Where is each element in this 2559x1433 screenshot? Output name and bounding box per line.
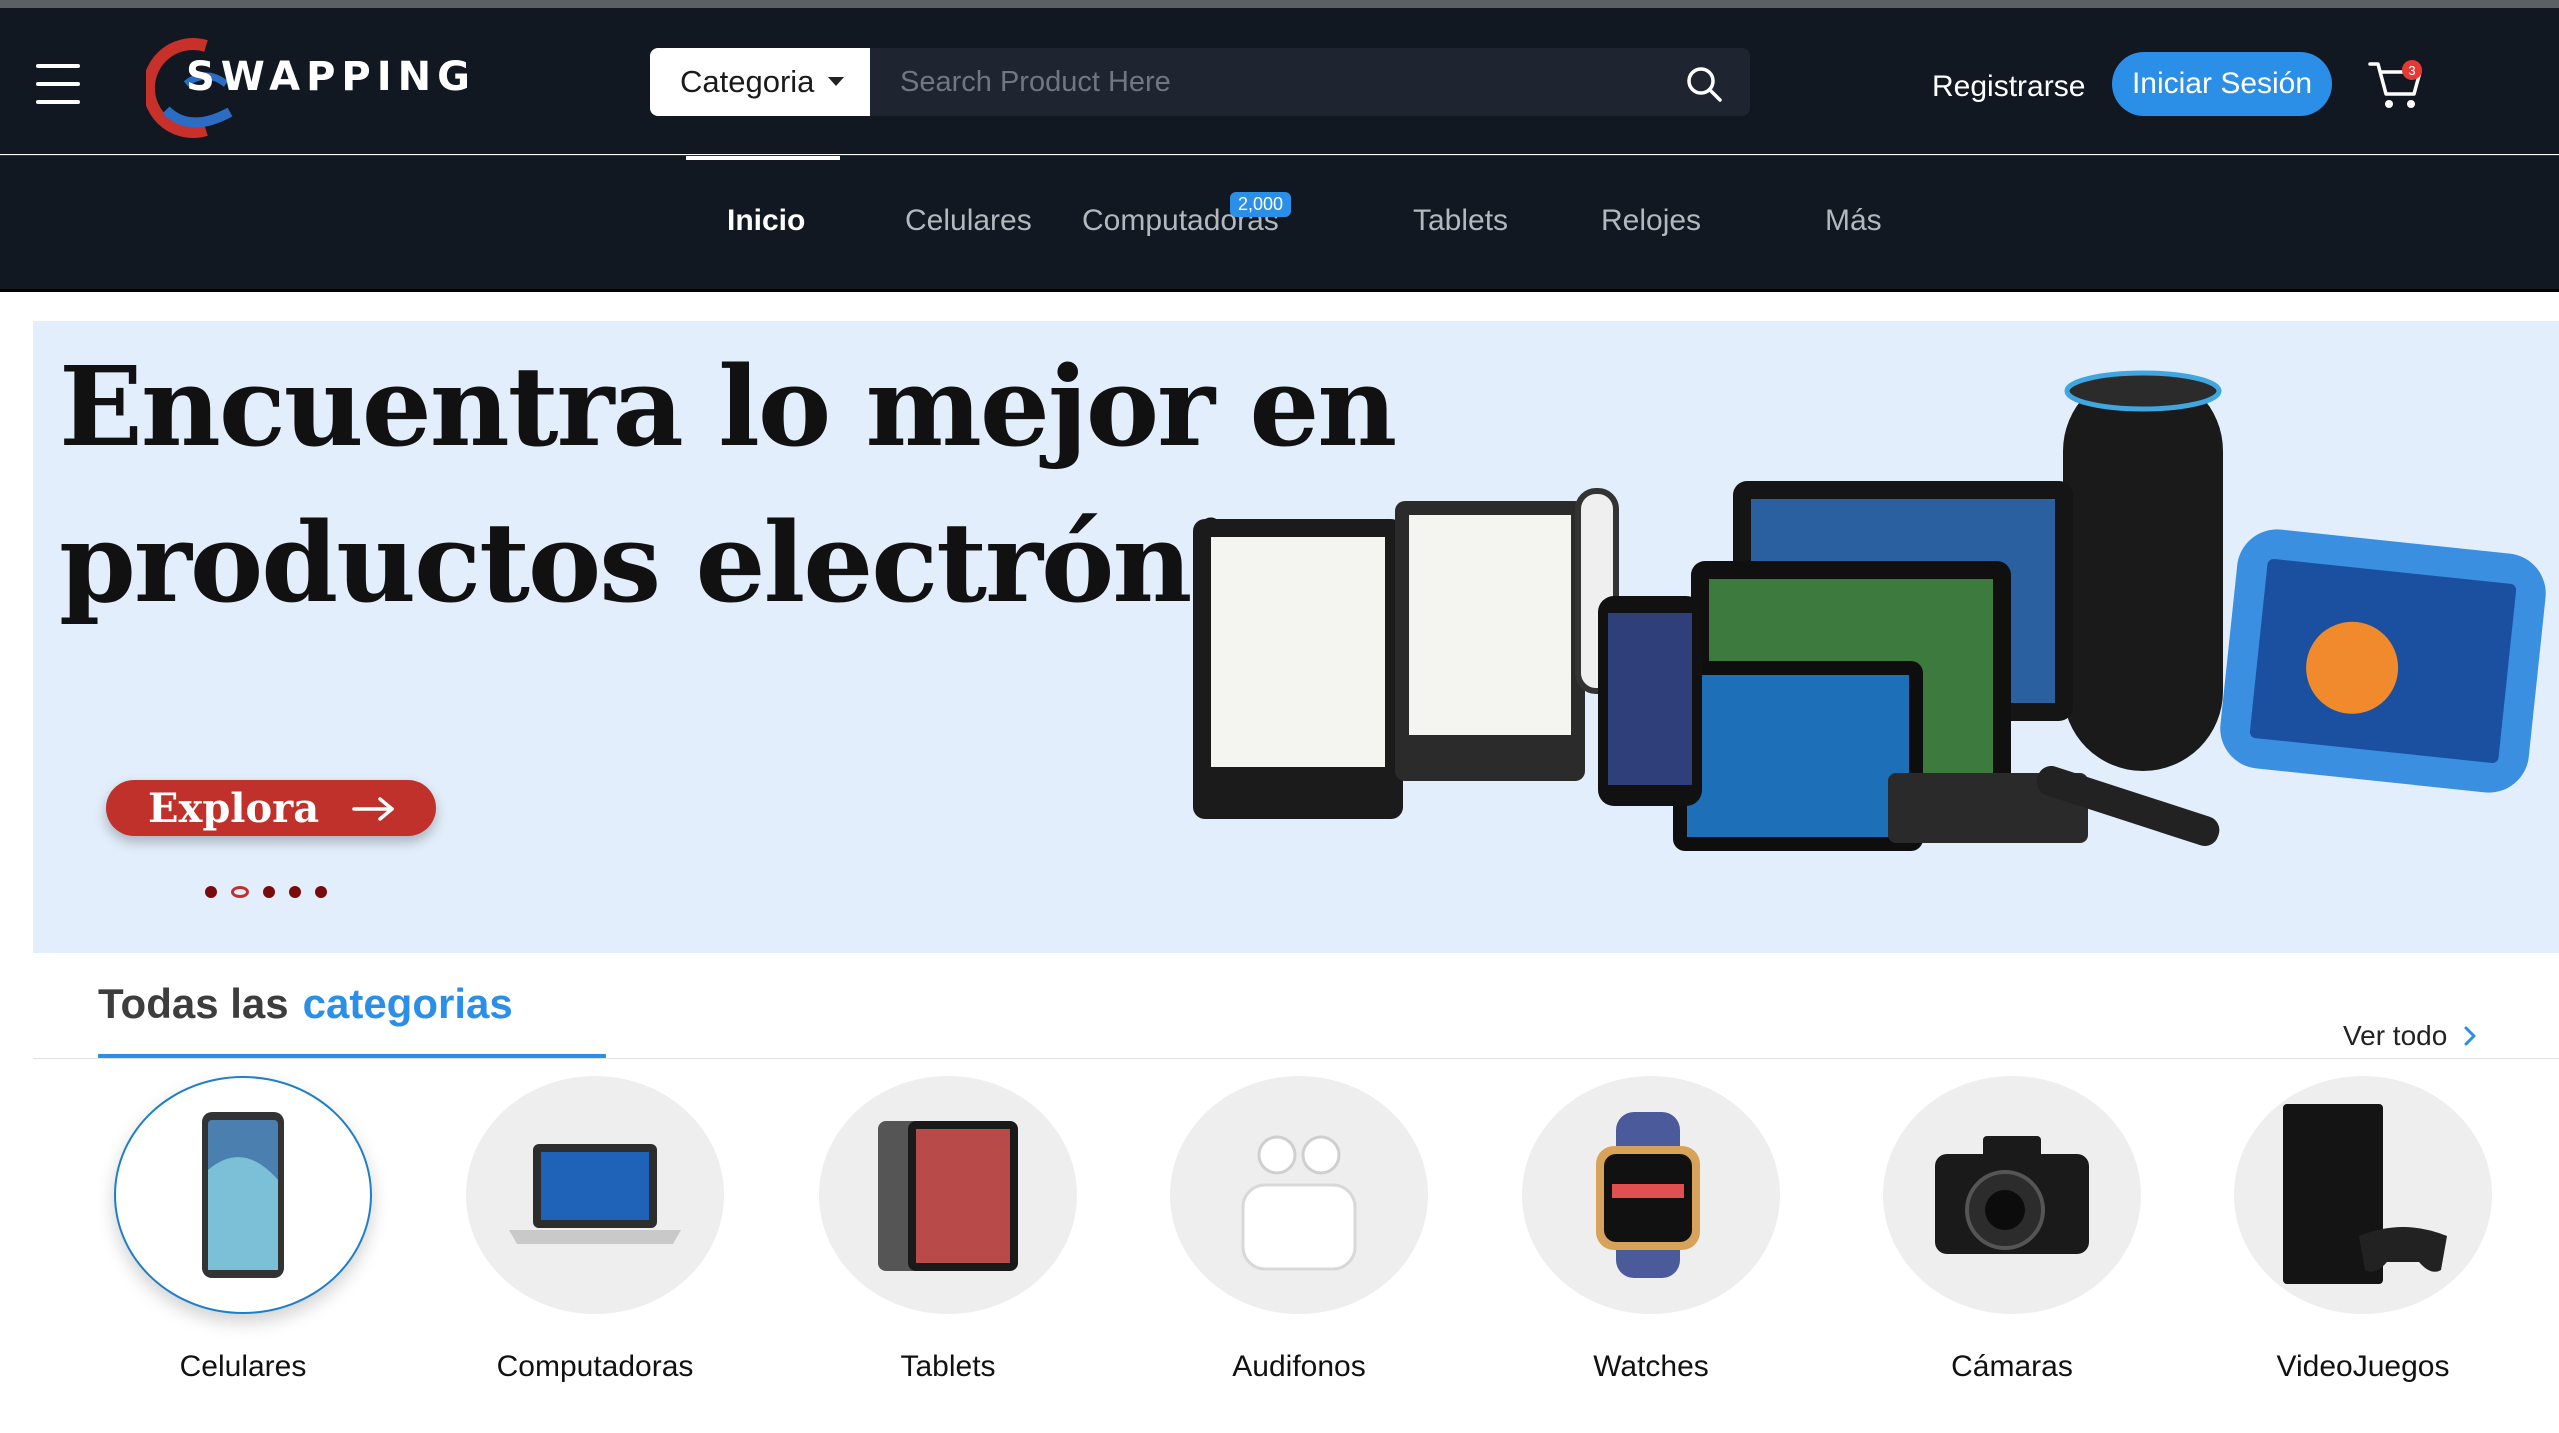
categories-heading-accent: categorias	[302, 980, 513, 1027]
laptop-icon	[509, 1144, 681, 1244]
arrow-right-icon	[352, 797, 394, 821]
category-label: Celulares	[179, 1350, 307, 1383]
electronics-illustration	[1193, 370, 2546, 851]
top-border	[0, 0, 2559, 8]
category-circle	[1170, 1076, 1428, 1314]
game-console-icon	[2283, 1104, 2447, 1284]
camera-icon	[1935, 1136, 2089, 1254]
carousel-dot[interactable]	[315, 886, 327, 898]
explore-button-label: Explora	[148, 784, 320, 832]
category-item-camaras[interactable]: Cámaras	[1849, 1076, 2149, 1396]
logo-text: SWAPPING	[186, 54, 476, 100]
earbuds-icon	[1241, 1135, 1357, 1271]
carousel-dot[interactable]	[263, 886, 275, 898]
category-item-videojuegos[interactable]: VideoJuegos	[2200, 1076, 2500, 1396]
carousel-dot-active[interactable]	[231, 886, 249, 898]
category-label: Audifonos	[1232, 1350, 1366, 1383]
category-circle	[114, 1076, 372, 1314]
category-circle	[1522, 1076, 1780, 1314]
nav-count-badge: 2,000	[1230, 192, 1292, 217]
category-circle	[466, 1076, 724, 1314]
search-icon[interactable]	[1684, 64, 1724, 104]
swapping-logo[interactable]: SWAPPING	[142, 24, 470, 144]
search-input[interactable]	[870, 48, 1650, 116]
chevron-right-icon	[2464, 1026, 2476, 1046]
category-label: VideoJuegos	[2276, 1350, 2450, 1383]
see-all-link[interactable]: Ver todo	[2343, 1020, 2477, 1052]
see-all-label: Ver todo	[2343, 1020, 2448, 1051]
category-circle	[1883, 1076, 2141, 1314]
category-item-watches[interactable]: Watches	[1488, 1076, 1788, 1396]
menu-icon[interactable]	[36, 64, 84, 106]
category-label: Cámaras	[1951, 1350, 2073, 1383]
carousel-dot[interactable]	[289, 886, 301, 898]
category-circle	[819, 1076, 1077, 1314]
nav-active-indicator	[686, 156, 840, 160]
caret-down-icon	[828, 77, 844, 86]
register-link[interactable]: Registrarse	[1932, 70, 2085, 104]
categories-heading: Todas las categorias	[98, 980, 513, 1028]
carousel-dot[interactable]	[205, 886, 217, 898]
nav-item-tablets[interactable]: Tablets	[1413, 204, 1508, 238]
cart-button[interactable]: 3	[2368, 58, 2428, 112]
smartphone-icon	[202, 1112, 284, 1278]
cart-count-badge: 3	[2402, 60, 2422, 80]
section-divider	[33, 1058, 2559, 1059]
nav-item-mas[interactable]: Más	[1825, 204, 1882, 238]
category-circle	[2234, 1076, 2492, 1314]
search-bar: Categoria	[650, 48, 1750, 116]
category-select[interactable]: Categoria	[650, 48, 870, 116]
category-label: Computadoras	[496, 1350, 694, 1383]
category-item-audifonos[interactable]: Audifonos	[1136, 1076, 1436, 1396]
nav-item-celulares[interactable]: Celulares	[905, 204, 1032, 238]
explore-button[interactable]: Explora	[106, 780, 436, 836]
categories-heading-prefix: Todas las	[98, 980, 289, 1027]
site-header: SWAPPING Categoria Registrarse Iniciar S…	[0, 8, 2559, 154]
nav-item-inicio[interactable]: Inicio	[727, 204, 805, 238]
category-item-tablets[interactable]: Tablets	[785, 1076, 1085, 1396]
main-nav: Inicio Celulares Computadoras 2,000 Tabl…	[0, 155, 2559, 292]
category-label: Tablets	[900, 1350, 996, 1383]
carousel-dots	[205, 886, 327, 898]
category-label: Watches	[1593, 1350, 1709, 1383]
hero-banner: Encuentra lo mejor en productos electrón…	[33, 321, 2559, 953]
category-select-label: Categoria	[680, 64, 815, 99]
tablet-icon	[878, 1121, 1018, 1271]
nav-item-relojes[interactable]: Relojes	[1601, 204, 1701, 238]
category-item-computadoras[interactable]: Computadoras	[432, 1076, 732, 1396]
login-button[interactable]: Iniciar Sesión	[2112, 52, 2332, 116]
category-item-celulares[interactable]: Celulares	[80, 1076, 380, 1396]
smartwatch-icon	[1596, 1112, 1700, 1278]
